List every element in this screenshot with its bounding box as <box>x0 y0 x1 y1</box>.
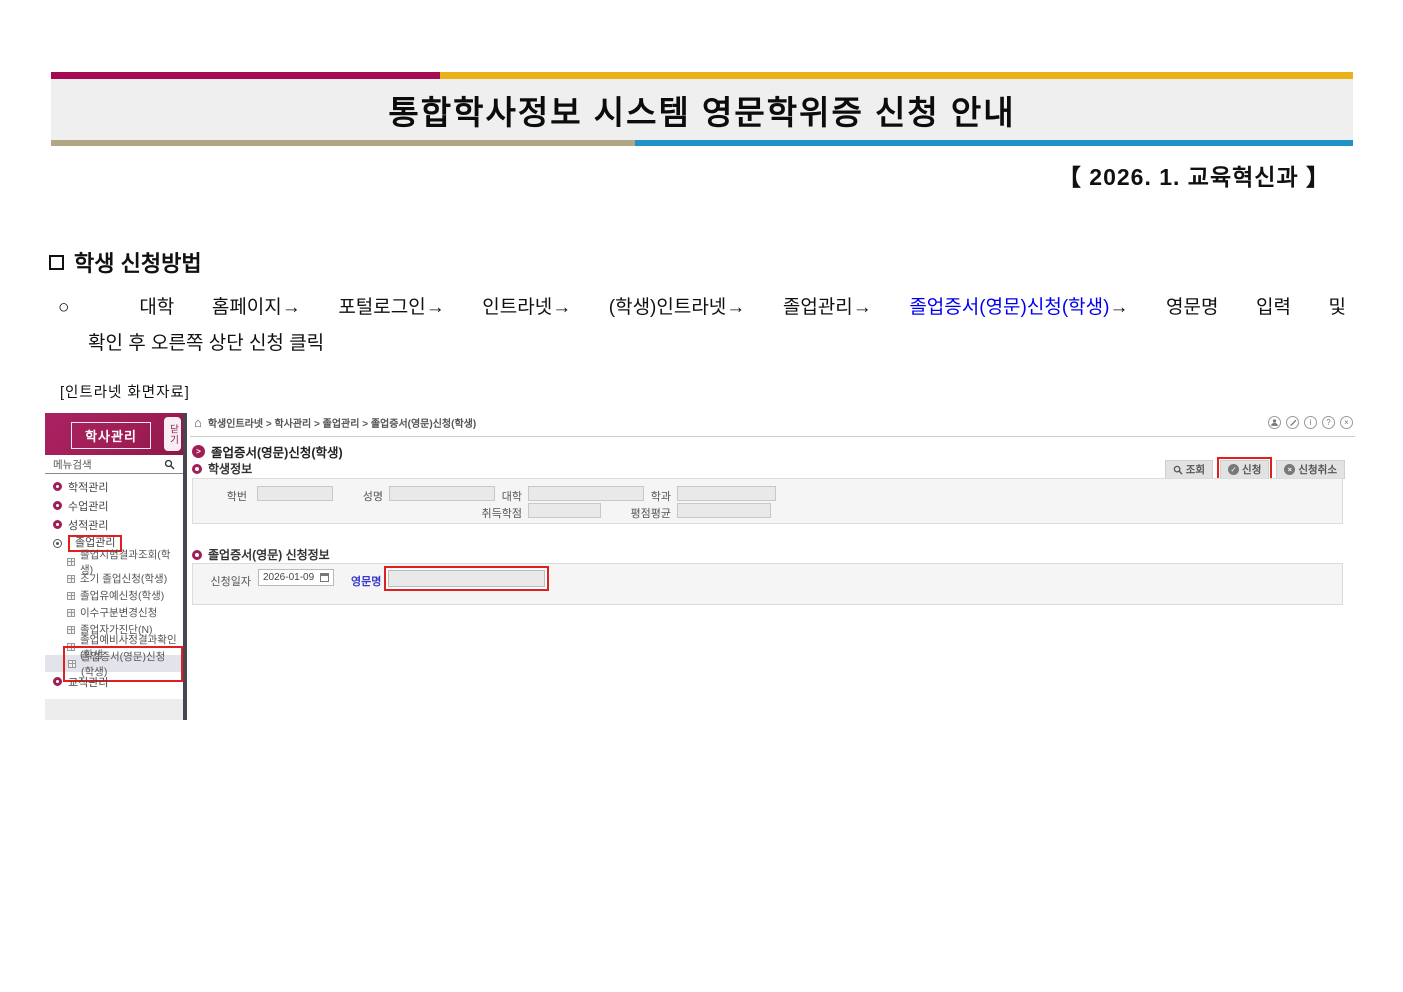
breadcrumb: ⌂ 학생인트라넷 > 학사관리 > 졸업관리 > 졸업증서(영문)신청(학생) <box>194 415 476 430</box>
sidebar-item[interactable]: 학적관리 <box>45 477 183 496</box>
divider <box>190 436 1355 437</box>
sidebar-item[interactable]: 성적관리 <box>45 515 183 534</box>
menu-search[interactable]: 메뉴검색 <box>45 455 183 474</box>
apply-button[interactable]: ✓ 신청 <box>1220 460 1269 479</box>
sidebar-subitem[interactable]: 조기 졸업신청(학생) <box>45 570 183 587</box>
x-circle-icon: × <box>1284 464 1295 475</box>
student-id-field[interactable] <box>257 486 333 501</box>
screenshot-caption: [인트라넷 화면자료] <box>60 381 190 402</box>
menu-path-link: 졸업증서(영문)신청(학생) <box>909 297 1109 318</box>
sidebar-item-label: 조기 졸업신청(학생) <box>80 571 167 586</box>
college-label: 대학 <box>488 488 522 504</box>
user-icon[interactable] <box>1268 416 1281 429</box>
cancel-apply-button[interactable]: × 신청취소 <box>1276 460 1345 479</box>
application-info-heading: 졸업증서(영문) 신청정보 <box>192 546 330 563</box>
english-name-label: 영문명 <box>351 573 385 589</box>
gpa-field[interactable] <box>677 503 771 518</box>
department-field[interactable] <box>677 486 776 501</box>
sidebar-item[interactable]: 수업관리 <box>45 496 183 515</box>
banner-top-bar <box>51 72 1353 79</box>
instruction-line-1: ○ 대학 홈페이지→ 포털로그인→ 인트라넷→ (학생)인트라넷→ 졸업관리→ … <box>58 290 1346 326</box>
sidebar-item-label: 수업관리 <box>68 498 108 514</box>
path-text-suffix: → 영문명 입력 및 <box>1109 297 1346 318</box>
sidebar-footer <box>45 699 183 720</box>
page-grid-icon <box>67 609 75 617</box>
sidebar-subitem-english-certificate[interactable]: 졸업증서(영문)신청(학생) <box>45 655 183 672</box>
sidebar-subitem[interactable]: 졸업시험결과조회(학생) <box>45 553 183 570</box>
sidebar-menu: 학적관리 수업관리 성적관리 졸업관리 졸업시험결과조회(학생) 조기 졸업신청… <box>45 477 183 691</box>
english-name-field[interactable] <box>388 570 545 587</box>
section-heading: 학생 신청방법 <box>49 246 202 278</box>
square-bullet-icon <box>49 255 64 270</box>
section-circle-icon <box>192 464 202 474</box>
title-banner: 통합학사정보 시스템 영문학위증 신청 안내 <box>51 72 1353 146</box>
sidebar-header: 학사관리 닫기 <box>45 413 183 455</box>
home-icon[interactable]: ⌂ <box>194 418 202 428</box>
check-circle-icon: ✓ <box>1228 464 1239 475</box>
sidebar-item-label: 성적관리 <box>68 517 108 533</box>
menu-bullet-icon <box>53 520 62 529</box>
path-text: 대학 홈페이지→ 포털로그인→ 인트라넷→ (학생)인트라넷→ 졸업관리→ <box>139 297 909 318</box>
magnifier-icon <box>1173 465 1183 475</box>
search-button[interactable]: 조회 <box>1165 460 1213 479</box>
section-heading-label: 학생 신청방법 <box>74 246 202 278</box>
search-icon <box>164 459 175 470</box>
sidebar-item-label: 교직관리 <box>68 674 108 690</box>
main-content: ⌂ 학생인트라넷 > 학사관리 > 졸업관리 > 졸업증서(영문)신청(학생) … <box>190 413 1355 723</box>
sidebar-item-label: 이수구분변경신청 <box>80 605 157 620</box>
menu-bullet-icon <box>53 677 62 686</box>
page-title-row: > 졸업증서(영문)신청(학생) <box>192 442 343 461</box>
menu-search-label: 메뉴검색 <box>53 457 92 472</box>
menu-bullet-icon <box>53 482 62 491</box>
sidebar-item-label: 학적관리 <box>68 479 108 495</box>
page-grid-icon <box>67 626 75 634</box>
instruction-text: ○ 대학 홈페이지→ 포털로그인→ 인트라넷→ (학생)인트라넷→ 졸업관리→ … <box>58 290 1346 362</box>
sidebar-item-label: 졸업유예신청(학생) <box>80 588 164 603</box>
system-icon-row: i ? × <box>1268 416 1353 429</box>
date-department-label: 【 2026. 1. 교육혁신과 】 <box>1058 158 1330 192</box>
menu-bullet-icon <box>53 501 62 510</box>
sidebar-subitem[interactable]: 이수구분변경신청 <box>45 604 183 621</box>
page-grid-icon <box>68 660 76 668</box>
highlight-annotation <box>384 566 549 591</box>
student-info-heading: 학생정보 <box>192 460 252 477</box>
page-grid-icon <box>67 558 75 566</box>
breadcrumb-text: 학생인트라넷 > 학사관리 > 졸업관리 > 졸업증서(영문)신청(학생) <box>208 415 476 430</box>
circle-bullet-icon: ○ <box>58 297 102 318</box>
banner-bottom-bar <box>51 140 1353 146</box>
sidebar-title: 학사관리 <box>71 422 151 449</box>
page-title: 졸업증서(영문)신청(학생) <box>211 442 343 461</box>
sidebar: 학사관리 닫기 메뉴검색 학적관리 수업관리 성적관리 졸업관리 졸업시험결과조… <box>45 413 187 720</box>
credits-label: 취득학점 <box>472 505 522 521</box>
close-icon[interactable]: × <box>1340 416 1353 429</box>
sidebar-subitem[interactable]: 졸업유예신청(학생) <box>45 587 183 604</box>
info-icon[interactable]: i <box>1304 416 1317 429</box>
application-date-field[interactable]: 2026-01-09 <box>258 569 334 586</box>
menu-expanded-icon <box>53 539 62 548</box>
credits-field[interactable] <box>528 503 601 518</box>
name-label: 성명 <box>345 488 383 504</box>
document-page: 통합학사정보 시스템 영문학위증 신청 안내 【 2026. 1. 교육혁신과 … <box>0 0 1403 992</box>
arrow-circle-icon: > <box>192 445 205 458</box>
edit-icon[interactable] <box>1286 416 1299 429</box>
student-info-panel: 학번 성명 대학 학과 취득학점 평점평균 <box>192 478 1343 524</box>
section-circle-icon <box>192 550 202 560</box>
page-grid-icon <box>67 575 75 583</box>
gpa-label: 평점평균 <box>621 505 671 521</box>
application-info-panel: 신청일자 2026-01-09 영문명 <box>192 563 1343 605</box>
name-field[interactable] <box>389 486 495 501</box>
sidebar-close-button[interactable]: 닫기 <box>164 417 181 451</box>
intranet-screenshot: 학사관리 닫기 메뉴검색 학적관리 수업관리 성적관리 졸업관리 졸업시험결과조… <box>45 413 1355 723</box>
document-title: 통합학사정보 시스템 영문학위증 신청 안내 <box>388 86 1015 134</box>
student-id-label: 학번 <box>211 488 247 504</box>
calendar-icon[interactable] <box>320 573 329 582</box>
department-label: 학과 <box>625 488 671 504</box>
page-grid-icon <box>67 592 75 600</box>
help-icon[interactable]: ? <box>1322 416 1335 429</box>
instruction-line-2: 확인 후 오른쪽 상단 신청 클릭 <box>58 326 1346 362</box>
application-date-label: 신청일자 <box>209 573 251 589</box>
